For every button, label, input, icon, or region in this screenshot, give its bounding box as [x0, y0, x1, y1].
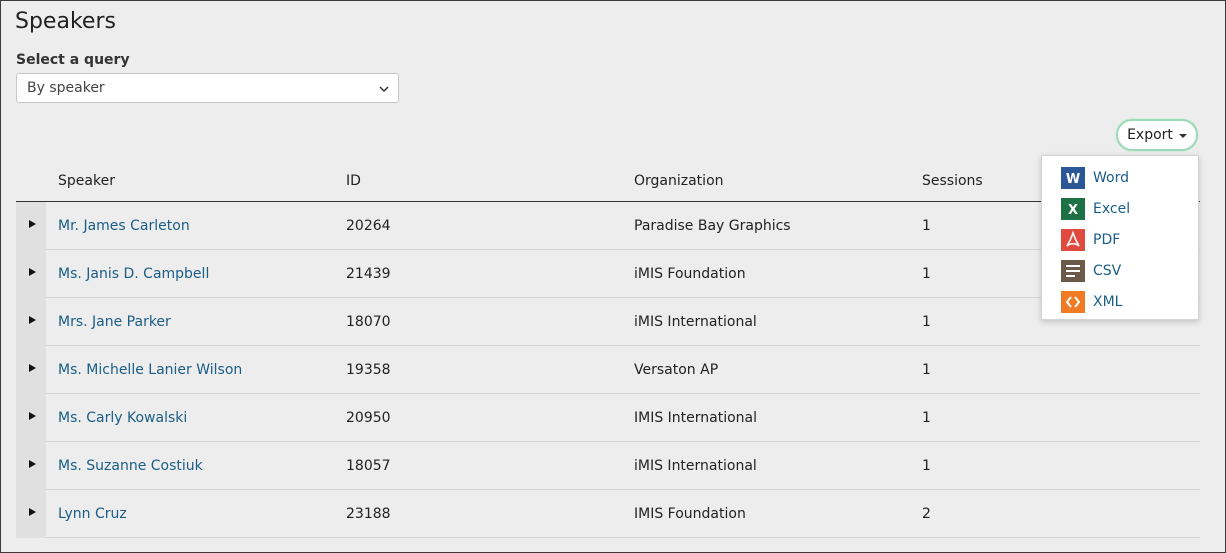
query-label: Select a query [16, 52, 130, 68]
expand-triangle-icon [29, 364, 36, 372]
excel-icon: X [1061, 197, 1085, 220]
svg-text:X: X [1068, 203, 1078, 218]
table-row: Ms. Michelle Lanier Wilson 19358 Versato… [16, 345, 1200, 394]
speaker-link[interactable]: Mrs. Jane Parker [58, 314, 171, 330]
export-menu-item-csv[interactable]: CSV [1042, 255, 1198, 286]
export-menu-item-excel[interactable]: X Excel [1042, 193, 1198, 224]
row-expander[interactable] [16, 489, 46, 538]
column-header-speaker[interactable]: Speaker [46, 161, 346, 202]
expand-triangle-icon [29, 508, 36, 516]
speaker-id: 19358 [346, 345, 634, 394]
speaker-link[interactable]: Ms. Suzanne Costiuk [58, 458, 203, 474]
xml-icon [1061, 290, 1085, 313]
word-icon: W [1061, 166, 1085, 189]
export-menu-item-xml[interactable]: XML [1042, 286, 1198, 317]
row-expander[interactable] [16, 249, 46, 298]
speakers-panel: Speakers Select a query By speaker Expor… [0, 0, 1226, 553]
speaker-sessions: 1 [922, 345, 1200, 394]
speaker-id: 18057 [346, 441, 634, 490]
speaker-organization: Paradise Bay Graphics [634, 201, 922, 250]
speaker-sessions: 1 [922, 441, 1200, 490]
speaker-link[interactable]: Lynn Cruz [58, 506, 127, 522]
speaker-organization: iMIS Foundation [634, 249, 922, 298]
speaker-sessions: 1 [922, 393, 1200, 442]
expand-triangle-icon [29, 316, 36, 324]
expand-column-header [16, 161, 46, 202]
table-row: Mrs. Jane Parker 18070 iMIS Internationa… [16, 297, 1200, 346]
speaker-link[interactable]: Mr. James Carleton [58, 218, 190, 234]
speakers-table: Speaker ID Organization Sessions Mr. Jam… [16, 161, 1200, 538]
table-header-row: Speaker ID Organization Sessions [16, 161, 1200, 202]
query-select[interactable]: By speaker [16, 73, 399, 103]
csv-icon [1061, 259, 1085, 282]
expand-triangle-icon [29, 220, 36, 228]
speaker-id: 21439 [346, 249, 634, 298]
speaker-id: 18070 [346, 297, 634, 346]
row-expander[interactable] [16, 345, 46, 394]
caret-down-icon [1178, 134, 1187, 138]
speaker-id: 20950 [346, 393, 634, 442]
export-menu-label: CSV [1093, 262, 1122, 279]
row-expander[interactable] [16, 297, 46, 346]
row-expander[interactable] [16, 201, 46, 250]
expand-triangle-icon [29, 268, 36, 276]
table-row: Ms. Carly Kowalski 20950 IMIS Internatio… [16, 393, 1200, 442]
speaker-organization: IMIS Foundation [634, 489, 922, 538]
speaker-sessions: 2 [922, 489, 1200, 538]
export-menu-label: Excel [1093, 200, 1131, 217]
export-menu-label: XML [1093, 293, 1123, 310]
speaker-organization: iMIS International [634, 441, 922, 490]
svg-text:W: W [1066, 172, 1080, 187]
row-expander[interactable] [16, 393, 46, 442]
page-title: Speakers [15, 9, 116, 34]
export-menu-item-word[interactable]: W Word [1042, 162, 1198, 193]
speaker-id: 23188 [346, 489, 634, 538]
table-row: Lynn Cruz 23188 IMIS Foundation 2 [16, 489, 1200, 538]
export-button[interactable]: Export [1116, 119, 1198, 151]
row-expander[interactable] [16, 441, 46, 490]
table-row: Mr. James Carleton 20264 Paradise Bay Gr… [16, 201, 1200, 250]
expand-triangle-icon [29, 412, 36, 420]
table-row: Ms. Janis D. Campbell 21439 iMIS Foundat… [16, 249, 1200, 298]
expand-triangle-icon [29, 460, 36, 468]
export-menu-label: Word [1093, 169, 1129, 186]
table-row: Ms. Suzanne Costiuk 18057 iMIS Internati… [16, 441, 1200, 490]
pdf-icon [1061, 228, 1085, 251]
export-menu-label: PDF [1093, 231, 1121, 248]
speaker-link[interactable]: Ms. Michelle Lanier Wilson [58, 362, 242, 378]
export-button-label: Export [1127, 127, 1173, 143]
chevron-down-icon [379, 86, 389, 93]
speaker-organization: iMIS International [634, 297, 922, 346]
speaker-link[interactable]: Ms. Janis D. Campbell [58, 266, 209, 282]
speaker-link[interactable]: Ms. Carly Kowalski [58, 410, 187, 426]
export-menu: W Word X Excel PDF CSV XML [1041, 155, 1199, 320]
column-header-organization[interactable]: Organization [634, 161, 922, 202]
export-menu-item-pdf[interactable]: PDF [1042, 224, 1198, 255]
speaker-organization: Versaton AP [634, 345, 922, 394]
speaker-organization: IMIS International [634, 393, 922, 442]
column-header-id[interactable]: ID [346, 161, 634, 202]
speaker-id: 20264 [346, 201, 634, 250]
query-select-value: By speaker [27, 80, 105, 96]
